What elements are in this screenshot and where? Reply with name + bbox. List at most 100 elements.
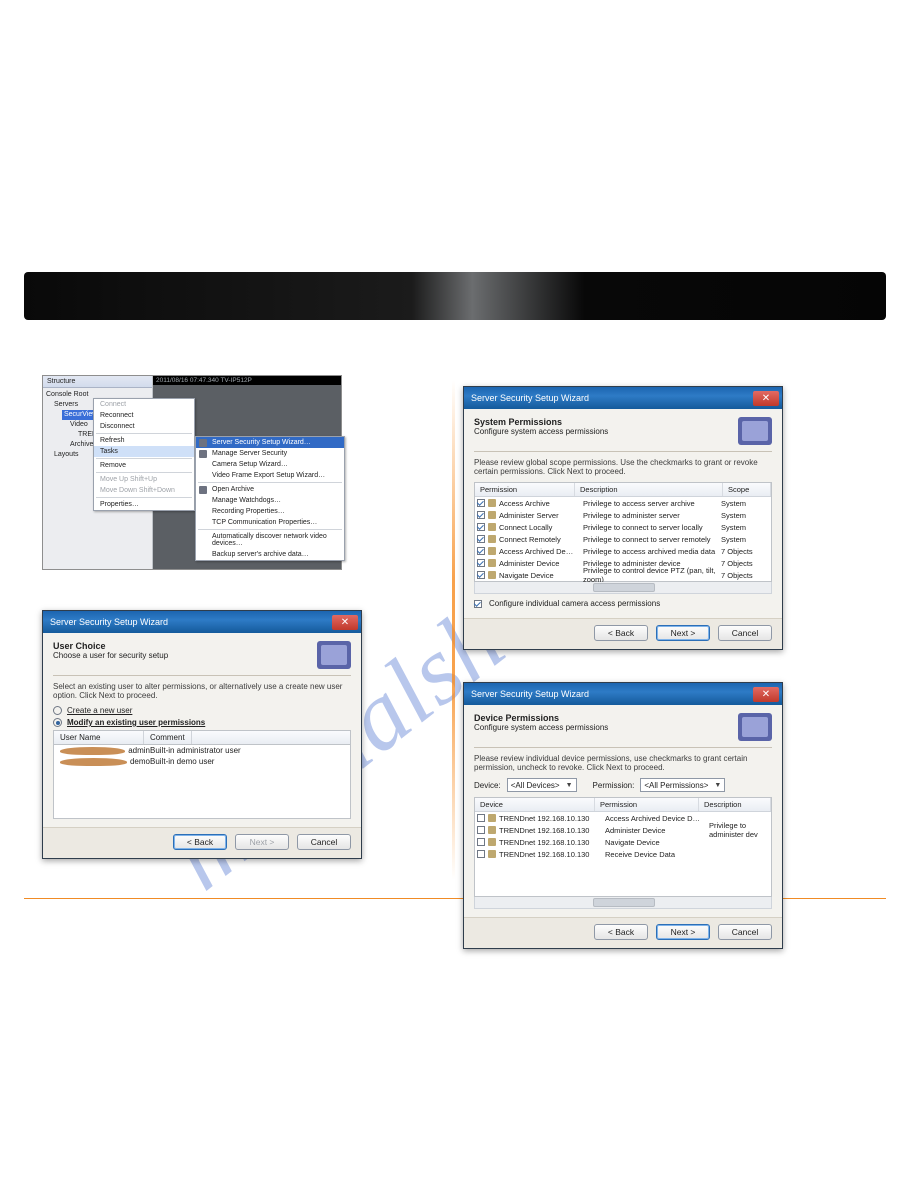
sub-security-wizard[interactable]: Server Security Setup Wizard… (196, 437, 344, 448)
checkbox[interactable] (477, 826, 485, 834)
table-row[interactable]: Connect LocallyPrivilege to connect to s… (475, 521, 771, 533)
table-row[interactable]: TRENDnet 192.168.10.130Administer Device… (475, 824, 771, 836)
dialog-title: Server Security Setup Wizard (471, 689, 589, 699)
col-description[interactable]: Description (699, 798, 771, 811)
close-icon[interactable]: ✕ (332, 615, 358, 630)
col-device[interactable]: Device (475, 798, 595, 811)
wizard-graphic-icon (738, 713, 772, 741)
table-row[interactable]: Access Archived De…Privilege to access a… (475, 545, 771, 557)
chevron-down-icon: ▼ (566, 782, 573, 789)
wizard-subheading: Configure system access permissions (474, 427, 608, 436)
sub-auto-discover[interactable]: Automatically discover network video dev… (196, 531, 344, 549)
option-create-user-label: Create a new user (67, 706, 132, 715)
col-description[interactable]: Description (575, 483, 723, 496)
checkbox[interactable] (477, 499, 485, 507)
next-button[interactable]: Next > (656, 924, 710, 940)
col-comment[interactable]: Comment (144, 731, 192, 744)
option-create-user[interactable]: Create a new user (53, 706, 351, 715)
cancel-button[interactable]: Cancel (718, 924, 772, 940)
col-scope[interactable]: Scope (723, 483, 771, 496)
horizontal-scrollbar[interactable] (474, 897, 772, 909)
sub-manage-watchdogs[interactable]: Manage Watchdogs… (196, 495, 344, 506)
close-icon[interactable]: ✕ (753, 391, 779, 406)
checkbox[interactable] (477, 850, 485, 858)
permission-icon (488, 559, 496, 567)
ctx-properties[interactable]: Properties… (94, 499, 194, 510)
cancel-button[interactable]: Cancel (297, 834, 351, 850)
titlebar: Server Security Setup Wizard ✕ (464, 387, 782, 409)
device-filter-combo[interactable]: <All Devices>▼ (507, 778, 577, 792)
instruction-text: Please review global scope permissions. … (474, 458, 772, 476)
ctx-reconnect[interactable]: Reconnect (94, 410, 194, 421)
device-permissions-table[interactable]: Device Permission Description TRENDnet 1… (474, 797, 772, 897)
checkbox[interactable] (477, 571, 485, 579)
users-table-header: User Name Comment (53, 730, 351, 745)
checkbox[interactable] (477, 535, 485, 543)
dialog-user-choice: Server Security Setup Wizard ✕ User Choi… (42, 610, 362, 859)
checkbox[interactable] (477, 547, 485, 555)
wizard-heading: System Permissions (474, 417, 608, 427)
dialog-title: Server Security Setup Wizard (50, 617, 168, 627)
ctx-refresh[interactable]: Refresh (94, 435, 194, 446)
cancel-button[interactable]: Cancel (718, 625, 772, 641)
checkbox-individual-label: Configure individual camera access permi… (489, 599, 660, 608)
table-row[interactable]: Access ArchivePrivilege to access server… (475, 497, 771, 509)
checkbox[interactable] (477, 511, 485, 519)
ctx-connect[interactable]: Connect (94, 399, 194, 410)
ctx-move-up: Move Up Shift+Up (94, 474, 194, 485)
sub-open-archive[interactable]: Open Archive (196, 484, 344, 495)
page-banner (24, 272, 886, 320)
option-modify-user[interactable]: Modify an existing user permissions (53, 718, 351, 727)
device-icon (488, 826, 496, 834)
back-button[interactable]: < Back (173, 834, 227, 850)
ctx-tasks[interactable]: Tasks (94, 446, 194, 457)
next-button[interactable]: Next > (656, 625, 710, 641)
horizontal-scrollbar[interactable] (474, 582, 772, 594)
table-row[interactable]: Connect RemotelyPrivilege to connect to … (475, 533, 771, 545)
sub-camera-wizard[interactable]: Camera Setup Wizard… (196, 459, 344, 470)
instruction-text: Please review individual device permissi… (474, 754, 772, 772)
device-icon (488, 838, 496, 846)
permission-icon (488, 523, 496, 531)
device-icon (488, 850, 496, 858)
table-row[interactable]: demoBuilt-in demo user (54, 756, 350, 767)
sub-backup-archive[interactable]: Backup server's archive data… (196, 549, 344, 560)
back-button[interactable]: < Back (594, 924, 648, 940)
submenu-tasks: Server Security Setup Wizard… Manage Ser… (195, 436, 345, 561)
back-button[interactable]: < Back (594, 625, 648, 641)
ctx-disconnect[interactable]: Disconnect (94, 421, 194, 432)
table-row[interactable]: Administer ServerPrivilege to administer… (475, 509, 771, 521)
wizard-subheading: Choose a user for security setup (53, 651, 168, 660)
permission-icon (488, 499, 496, 507)
checkbox[interactable] (477, 523, 485, 531)
table-row[interactable]: TRENDnet 192.168.10.130Receive Device Da… (475, 848, 771, 860)
permission-icon (488, 535, 496, 543)
checkbox[interactable] (477, 814, 485, 822)
users-table[interactable]: adminBuilt-in administrator user demoBui… (53, 745, 351, 819)
dialog-system-permissions: Server Security Setup Wizard ✕ System Pe… (463, 386, 783, 650)
checkbox[interactable] (477, 559, 485, 567)
dialog-device-permissions: Server Security Setup Wizard ✕ Device Pe… (463, 682, 783, 949)
sub-manage-security[interactable]: Manage Server Security (196, 448, 344, 459)
col-permission[interactable]: Permission (475, 483, 575, 496)
wizard-graphic-icon (738, 417, 772, 445)
next-button[interactable]: Next > (235, 834, 289, 850)
sub-tcp-props[interactable]: TCP Communication Properties… (196, 517, 344, 528)
permissions-table[interactable]: Permission Description Scope Access Arch… (474, 482, 772, 582)
close-icon[interactable]: ✕ (753, 687, 779, 702)
sub-recording-props[interactable]: Recording Properties… (196, 506, 344, 517)
table-header: Permission Description Scope (475, 483, 771, 497)
ctx-remove[interactable]: Remove (94, 460, 194, 471)
dialog-title: Server Security Setup Wizard (471, 393, 589, 403)
sub-video-frame-export[interactable]: Video Frame Export Setup Wizard… (196, 470, 344, 481)
permission-filter-combo[interactable]: <All Permissions>▼ (640, 778, 725, 792)
device-icon (488, 814, 496, 822)
table-row[interactable]: adminBuilt-in administrator user (54, 745, 350, 756)
col-permission[interactable]: Permission (595, 798, 699, 811)
checkbox[interactable] (477, 838, 485, 846)
checkbox-individual[interactable] (474, 600, 482, 608)
table-row[interactable]: Navigate DevicePrivilege to control devi… (475, 569, 771, 581)
option-modify-user-label: Modify an existing user permissions (67, 718, 205, 727)
permission-icon (488, 547, 496, 555)
col-user-name[interactable]: User Name (54, 731, 144, 744)
